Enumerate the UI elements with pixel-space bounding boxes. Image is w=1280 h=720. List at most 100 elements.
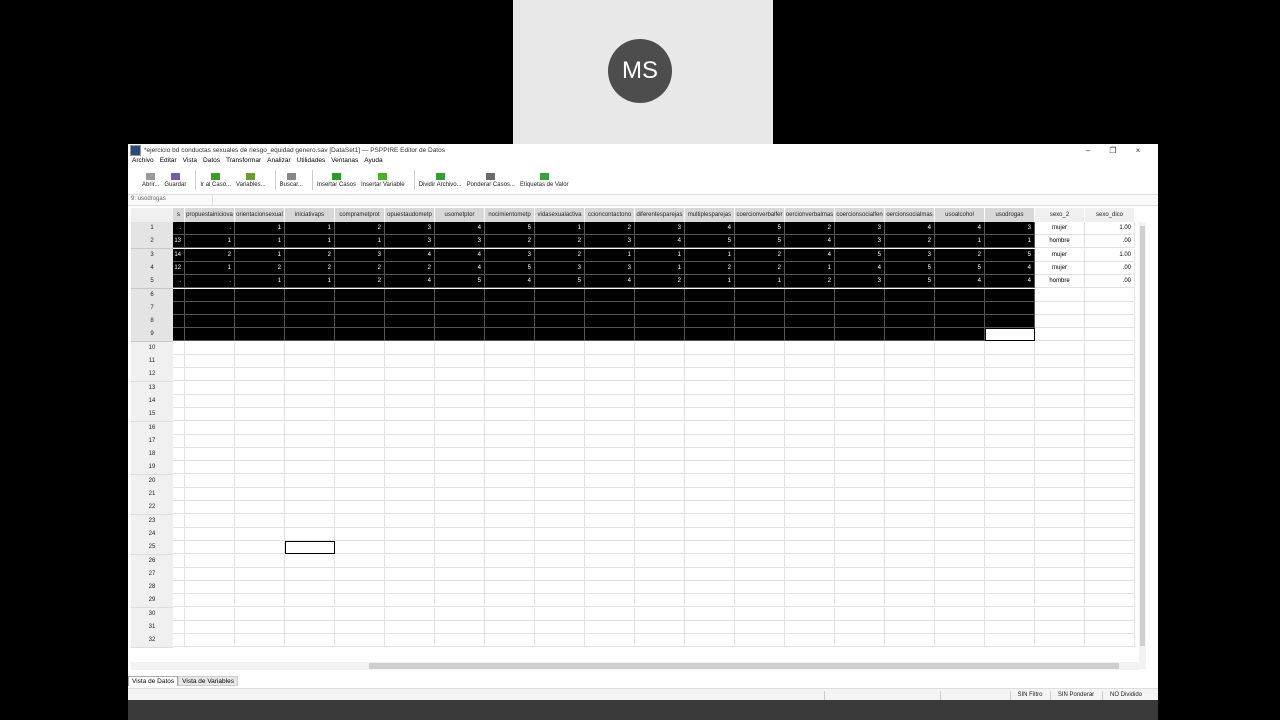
table-cell[interactable]: [1035, 368, 1085, 382]
table-cell[interactable]: [785, 368, 835, 382]
table-cell[interactable]: [385, 341, 435, 355]
table-cell[interactable]: 1: [235, 275, 285, 289]
vertical-scroll-thumb[interactable]: [1140, 226, 1145, 646]
table-cell[interactable]: [185, 448, 235, 462]
table-cell[interactable]: [535, 581, 585, 595]
row-header[interactable]: 19: [131, 461, 173, 476]
table-cell[interactable]: [935, 621, 985, 634]
table-cell[interactable]: [235, 567, 285, 581]
row-header[interactable]: 11: [131, 355, 173, 369]
table-cell[interactable]: [335, 567, 385, 581]
table-cell[interactable]: [385, 315, 435, 329]
column-header-propuestainiciova[interactable]: propuestainiciova: [185, 208, 235, 222]
grid-corner[interactable]: [131, 208, 174, 222]
table-cell[interactable]: [935, 514, 985, 528]
table-cell[interactable]: [173, 634, 185, 648]
row-header[interactable]: 2: [131, 235, 173, 250]
row-header[interactable]: 15: [131, 408, 173, 423]
table-cell[interactable]: 4: [685, 222, 735, 235]
table-cell[interactable]: [1085, 315, 1135, 329]
table-cell[interactable]: [985, 488, 1035, 501]
row-header[interactable]: 32: [131, 634, 173, 649]
table-cell[interactable]: .00: [1085, 235, 1135, 249]
table-cell[interactable]: [935, 315, 985, 329]
table-cell[interactable]: [985, 474, 1035, 488]
table-cell[interactable]: 5: [685, 235, 735, 249]
table-cell[interactable]: [785, 634, 835, 648]
table-cell[interactable]: [1085, 607, 1135, 621]
menu-item-archivo[interactable]: Archivo: [132, 157, 154, 167]
table-cell[interactable]: [535, 567, 585, 581]
column-header-orientacionsexual[interactable]: orientacionsexual: [235, 208, 285, 222]
table-cell[interactable]: [485, 607, 535, 621]
table-cell[interactable]: [385, 554, 435, 568]
table-cell[interactable]: [685, 448, 735, 462]
table-cell[interactable]: [635, 541, 685, 555]
table-cell[interactable]: [1035, 328, 1085, 342]
row-header[interactable]: 5: [131, 275, 173, 290]
table-cell[interactable]: [935, 434, 985, 448]
folder-open-button[interactable]: Abrir...: [142, 168, 159, 192]
table-cell[interactable]: [1035, 541, 1085, 555]
table-cell[interactable]: [335, 527, 385, 541]
table-cell[interactable]: [335, 341, 385, 355]
table-cell[interactable]: [785, 448, 835, 462]
table-cell[interactable]: [735, 301, 785, 315]
column-header-usodrogas[interactable]: usodrogas: [985, 208, 1035, 222]
table-cell[interactable]: [485, 341, 535, 355]
table-cell[interactable]: [435, 527, 485, 541]
table-cell[interactable]: [885, 355, 935, 368]
table-cell[interactable]: [885, 514, 935, 528]
table-cell[interactable]: [885, 461, 935, 475]
table-cell[interactable]: [685, 607, 735, 621]
table-cell[interactable]: [235, 421, 285, 435]
table-cell[interactable]: [685, 581, 735, 595]
table-cell[interactable]: [285, 607, 335, 621]
column-header-usometptor[interactable]: usometptor: [435, 208, 485, 222]
split-file-button[interactable]: Dividir Archivo...: [419, 168, 462, 192]
row-header[interactable]: 27: [131, 567, 173, 582]
table-cell[interactable]: [485, 501, 535, 515]
table-cell[interactable]: [635, 554, 685, 568]
table-cell[interactable]: [785, 341, 835, 355]
table-cell[interactable]: [635, 567, 685, 581]
table-cell[interactable]: [635, 328, 685, 342]
table-cell[interactable]: [885, 474, 935, 488]
value-labels-button[interactable]: Etiquetas de Valor: [520, 168, 569, 192]
table-cell[interactable]: [535, 621, 585, 634]
table-cell[interactable]: 1.00: [1085, 248, 1135, 262]
table-cell[interactable]: [285, 634, 335, 648]
table-cell[interactable]: [435, 581, 485, 595]
column-header-coercionverbalfer[interactable]: coercionverbalfer: [735, 208, 785, 222]
table-cell[interactable]: [235, 607, 285, 621]
table-cell[interactable]: [635, 488, 685, 501]
table-cell[interactable]: [335, 594, 385, 608]
table-cell[interactable]: [535, 408, 585, 422]
table-cell[interactable]: 2: [285, 261, 335, 275]
table-cell[interactable]: [735, 328, 785, 342]
table-cell[interactable]: [885, 408, 935, 422]
row-header[interactable]: 23: [131, 514, 173, 529]
table-cell[interactable]: [635, 355, 685, 368]
table-cell[interactable]: [685, 594, 735, 608]
table-cell[interactable]: mujer: [1035, 248, 1085, 262]
table-cell[interactable]: [535, 301, 585, 315]
table-cell[interactable]: [735, 381, 785, 395]
table-cell[interactable]: [985, 381, 1035, 395]
table-cell[interactable]: [235, 448, 285, 462]
table-cell[interactable]: [785, 301, 835, 315]
table-cell[interactable]: 5: [885, 261, 935, 275]
table-cell[interactable]: [635, 581, 685, 595]
table-cell[interactable]: [385, 355, 435, 368]
table-cell[interactable]: [985, 501, 1035, 515]
table-cell[interactable]: [735, 527, 785, 541]
column-header-oercionsocialmas[interactable]: oercionsocialmas: [885, 208, 935, 222]
table-cell[interactable]: [585, 448, 635, 462]
table-cell[interactable]: [335, 541, 385, 555]
row-header[interactable]: 13: [131, 381, 173, 396]
table-cell[interactable]: [335, 315, 385, 329]
table-cell[interactable]: [173, 474, 185, 488]
table-cell[interactable]: [335, 501, 385, 515]
table-cell[interactable]: 4: [435, 222, 485, 235]
table-cell[interactable]: [185, 634, 235, 648]
